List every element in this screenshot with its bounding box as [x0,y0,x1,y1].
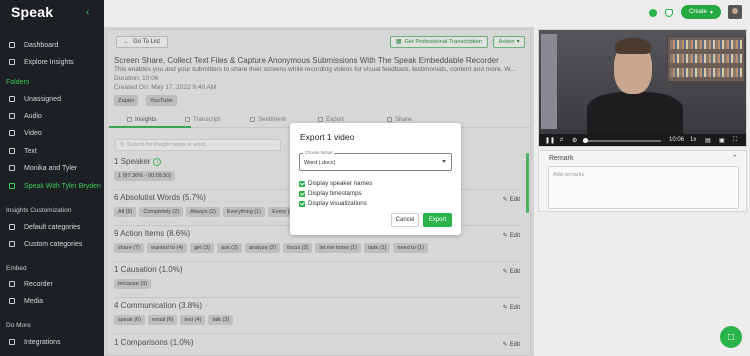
video-scene-books [670,40,742,49]
collapse-sidebar-icon[interactable]: ‹ [86,7,89,18]
captions-icon[interactable]: ▤ [705,137,711,144]
sidebar-item-label: Monika and Tyler [24,164,78,172]
integrations-icon [9,339,15,345]
video-controls: ❚❚ ♬ ⚙ 10:06 1x ▤ ▣ ⛶ [539,134,746,146]
format-select-value: Word (.docx) [304,160,336,166]
sidebar-item-dashboard[interactable]: Dashboard [0,38,104,52]
video-scene-person-hair [615,38,651,54]
app-logo[interactable]: Speak [11,4,53,20]
folder-icon [9,113,15,119]
sidebar-item-label: Audio [24,112,42,120]
sidebar-item-label: Text [24,147,37,155]
sidebar-item-label: Dashboard [24,41,59,49]
explore-icon [9,59,15,65]
remark-title: Remark [549,155,574,162]
insights-customization-heading: Insights Customization [6,207,72,214]
sidebar-item-custom-categories[interactable]: Custom categories [0,237,104,251]
create-button[interactable]: Create ▾ [681,5,721,19]
settings-icon[interactable]: ⚙ [572,137,577,144]
folder-icon [9,183,15,189]
video-scene-bookshelf [667,36,745,82]
option-speaker-names[interactable]: Display speaker names [299,180,372,187]
pip-icon[interactable]: ▣ [719,137,725,144]
top-bar: Create ▾ [104,0,750,27]
folder-icon [9,148,15,154]
dialog-title: Export 1 video [300,132,355,142]
dropdown-arrow-icon [442,160,446,163]
chevron-down-icon: ▾ [710,9,714,16]
checkbox-checked-icon[interactable] [299,200,305,207]
sidebar-folder-monika-and-tyler[interactable]: Monika and Tyler [0,161,104,175]
sidebar-item-label: Unassigned [24,95,61,103]
option-timestamps[interactable]: Display timestamps [299,190,362,197]
sidebar-item-recorder[interactable]: Recorder [0,277,104,291]
video-frame [539,30,746,134]
folder-icon [9,96,15,102]
video-scene-books [670,54,742,63]
sidebar-folder-audio[interactable]: Audio [0,109,104,123]
sidebar-folder-text[interactable]: Text [0,144,104,158]
video-scene-books [670,68,742,77]
playback-speed[interactable]: 1x [690,137,696,143]
bell-icon[interactable] [665,9,673,17]
help-icon[interactable] [649,9,657,17]
pause-icon[interactable]: ❚❚ [545,137,555,144]
avatar[interactable] [728,5,742,19]
sidebar: Speak ‹ Dashboard Explore Insights Folde… [0,0,104,356]
remark-textarea[interactable]: Add remarks [548,166,739,209]
microphone-icon [9,281,15,287]
do-more-heading: Do More [6,322,31,329]
create-button-label: Create [688,9,707,15]
sidebar-item-label: Media [24,297,44,305]
format-select[interactable]: Choose format Word (.docx) [299,150,452,171]
sidebar-folder-video[interactable]: Video [0,126,104,140]
remark-panel: Remark ⌃ Add remarks [538,150,747,212]
export-button[interactable]: Export [423,213,452,227]
fullscreen-icon[interactable]: ⛶ [733,137,737,144]
video-scene-door [541,34,557,129]
sidebar-item-label: Explore Insights [24,58,74,66]
sidebar-item-label: Default categories [24,223,81,231]
option-label: Display timestamps [308,190,362,197]
sidebar-item-default-categories[interactable]: Default categories [0,220,104,234]
sidebar-item-integrations[interactable]: Integrations [0,335,104,349]
seek-handle[interactable] [583,138,588,143]
video-player[interactable]: ❚❚ ♬ ⚙ 10:06 1x ▤ ▣ ⛶ [538,29,747,147]
folder-icon [9,165,15,171]
video-time: 10:06 [669,137,685,143]
chat-icon[interactable]: □ [720,326,742,348]
video-scene-person-body [587,92,683,134]
sidebar-item-explore-insights[interactable]: Explore Insights [0,55,104,69]
seek-bar[interactable] [583,140,661,142]
remark-placeholder: Add remarks [553,172,585,178]
folder-icon [9,130,15,136]
format-select-legend: Choose format [303,150,335,155]
dashboard-icon [9,42,15,48]
volume-icon[interactable]: ♬ [559,137,565,143]
category-icon [9,241,15,247]
option-label: Display speaker names [308,180,373,187]
option-label: Display visualizations [308,200,367,207]
sidebar-folder-speak-with-tyler-bryden[interactable]: Speak With Tyler Bryden [0,179,104,193]
sidebar-item-label: Video [24,129,42,137]
sidebar-item-label: Custom categories [24,240,83,248]
sidebar-item-label: Speak With Tyler Bryden [24,182,101,190]
export-dialog: Export 1 video Choose format Word (.docx… [290,123,461,235]
sidebar-item-label: Integrations [24,338,61,346]
folders-heading[interactable]: Folders [6,79,29,86]
checkbox-checked-icon[interactable] [299,180,305,187]
sidebar-item-label: Recorder [24,280,53,288]
media-icon [9,298,15,304]
embed-heading: Embed [6,265,27,272]
option-visualizations[interactable]: Display visualizations [299,200,367,207]
sidebar-folder-unassigned[interactable]: Unassigned [0,92,104,106]
category-icon [9,224,15,230]
cancel-button[interactable]: Cancel [391,213,419,227]
checkbox-checked-icon[interactable] [299,190,305,197]
chevron-up-icon[interactable]: ⌃ [732,154,738,162]
sidebar-item-media[interactable]: Media [0,294,104,308]
